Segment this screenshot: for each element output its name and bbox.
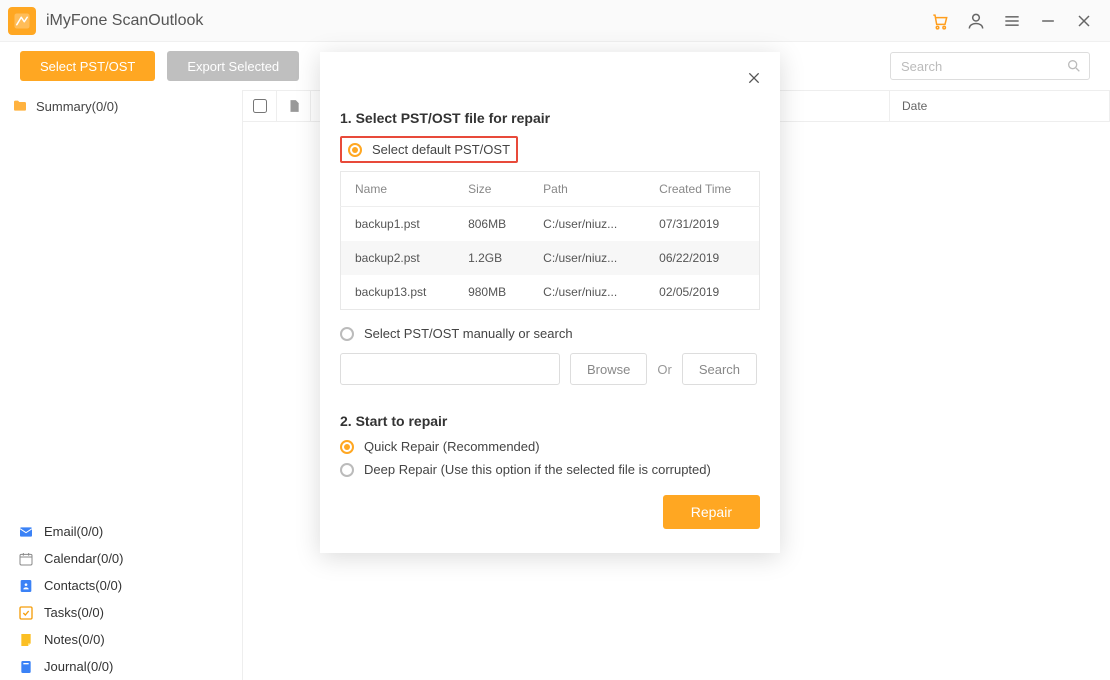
- dialog-close-button[interactable]: [742, 66, 766, 90]
- radio-quick-repair[interactable]: Quick Repair (Recommended): [340, 439, 760, 454]
- table-row[interactable]: backup13.pst 980MB C:/user/niuz... 02/05…: [341, 275, 760, 310]
- manual-path-input[interactable]: [340, 353, 560, 385]
- search-file-button[interactable]: Search: [682, 353, 757, 385]
- radio-label: Select default PST/OST: [372, 142, 510, 157]
- table-row[interactable]: backup2.pst 1.2GB C:/user/niuz... 06/22/…: [341, 241, 760, 275]
- th-created: Created Time: [645, 172, 759, 207]
- select-file-dialog: 1. Select PST/OST file for repair Select…: [320, 52, 780, 553]
- section1-title: 1. Select PST/OST file for repair: [340, 110, 760, 126]
- th-path: Path: [529, 172, 645, 207]
- dialog-overlay: 1. Select PST/OST file for repair Select…: [0, 0, 1110, 680]
- default-files-table: Name Size Path Created Time backup1.pst …: [340, 171, 760, 310]
- radio-label: Quick Repair (Recommended): [364, 439, 540, 454]
- section2-title: 2. Start to repair: [340, 413, 760, 429]
- radio-deep-repair[interactable]: Deep Repair (Use this option if the sele…: [340, 462, 760, 477]
- radio-label: Select PST/OST manually or search: [364, 326, 573, 341]
- th-name: Name: [341, 172, 455, 207]
- th-size: Size: [454, 172, 529, 207]
- radio-label: Deep Repair (Use this option if the sele…: [364, 462, 711, 477]
- or-text: Or: [657, 362, 671, 377]
- radio-icon: [340, 327, 354, 341]
- radio-select-default[interactable]: Select default PST/OST: [340, 136, 518, 163]
- radio-icon: [340, 463, 354, 477]
- table-row[interactable]: backup1.pst 806MB C:/user/niuz... 07/31/…: [341, 207, 760, 242]
- manual-select-row: Browse Or Search: [340, 353, 760, 385]
- radio-select-manual[interactable]: Select PST/OST manually or search: [340, 326, 760, 341]
- repair-button[interactable]: Repair: [663, 495, 760, 529]
- radio-icon: [340, 440, 354, 454]
- radio-icon: [348, 143, 362, 157]
- browse-button[interactable]: Browse: [570, 353, 647, 385]
